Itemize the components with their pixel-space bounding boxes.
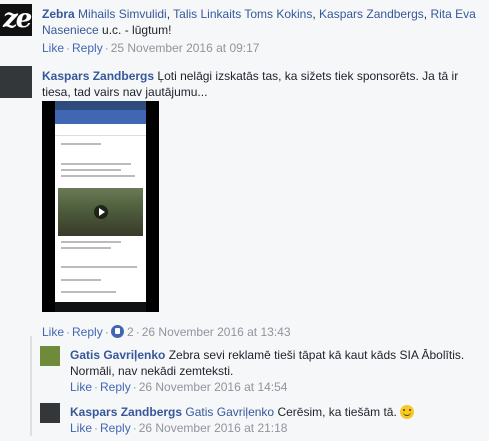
video-thumbnail xyxy=(58,188,143,236)
zebra-logo: ze xyxy=(3,4,32,34)
reply-text: Cerēsim, ka tiešām tā. xyxy=(277,405,397,419)
like-button[interactable]: Like xyxy=(70,421,92,435)
like-icon[interactable] xyxy=(110,325,124,338)
comment-text: u.c. - lūgtum! xyxy=(102,23,172,37)
comment-timestamp[interactable]: 26 November 2016 at 13:43 xyxy=(142,325,291,339)
reply-thread-line xyxy=(30,336,32,436)
like-count[interactable]: 2 xyxy=(127,325,134,339)
mention[interactable]: Kaspars Zandbergs xyxy=(319,7,424,21)
avatar-kaspars-zandbergs[interactable] xyxy=(0,66,32,98)
comment-body: Kaspars Zandbergs Ļoti nelāgi izskatās t… xyxy=(42,68,482,100)
play-icon xyxy=(94,205,108,219)
reply-gatis: Gatis Gavriļenko Zebra sevi reklamē tieš… xyxy=(70,347,470,394)
comment-author[interactable]: Kaspars Zandbergs xyxy=(42,69,154,83)
comment-actions: Like · Reply · 25 November 2016 at 09:17 xyxy=(42,41,260,55)
avatar-gatis-gavrilenko[interactable] xyxy=(40,346,60,366)
reply-body: Kaspars Zandbergs Gatis Gavriļenko Cerēs… xyxy=(70,404,480,420)
mention[interactable]: Mihails Simvulidi xyxy=(78,7,167,21)
reply-author[interactable]: Kaspars Zandbergs xyxy=(70,405,182,419)
reply-button[interactable]: Reply xyxy=(72,41,103,55)
avatar-zebra[interactable]: ze xyxy=(0,4,32,36)
like-button[interactable]: Like xyxy=(42,325,64,339)
comment-body: Zebra Mihails Simvulidi, Talis Linkaits … xyxy=(42,7,476,37)
avatar-kaspars-zandbergs[interactable] xyxy=(40,403,60,423)
like-button[interactable]: Like xyxy=(42,41,64,55)
like-button[interactable]: Like xyxy=(70,380,92,394)
mention[interactable]: Gatis Gavriļenko xyxy=(185,405,274,419)
attached-screenshot[interactable] xyxy=(42,101,159,312)
comment-zebra: Zebra Mihails Simvulidi, Talis Linkaits … xyxy=(42,6,482,55)
comment-kaspars: Kaspars Zandbergs Ļoti nelāgi izskatās t… xyxy=(42,68,482,100)
reply-actions: Like · Reply · 26 November 2016 at 21:18 xyxy=(70,421,288,435)
comment-kaspars-actions: Like · Reply · 2 · 26 November 2016 at 13:43 xyxy=(42,325,482,339)
mention[interactable]: Toms Kokins xyxy=(244,7,312,21)
mention[interactable]: Talis Linkaits xyxy=(173,7,241,21)
reply-button[interactable]: Reply xyxy=(100,421,131,435)
reply-author[interactable]: Gatis Gavriļenko xyxy=(70,348,165,362)
phone-screen xyxy=(55,101,146,312)
reply-button[interactable]: Reply xyxy=(100,380,131,394)
comment-timestamp[interactable]: 25 November 2016 at 09:17 xyxy=(111,41,260,55)
reply-timestamp[interactable]: 26 November 2016 at 21:18 xyxy=(139,421,288,435)
reply-actions: Like · Reply · 26 November 2016 at 14:54 xyxy=(70,380,288,394)
comment-actions: Like · Reply · 2 · 26 November 2016 at 13:43 xyxy=(42,325,291,339)
comment-author[interactable]: Zebra xyxy=(42,7,75,21)
reply-body: Gatis Gavriļenko Zebra sevi reklamē tieš… xyxy=(70,347,470,379)
reply-kaspars: Kaspars Zandbergs Gatis Gavriļenko Cerēs… xyxy=(70,404,480,435)
reply-button[interactable]: Reply xyxy=(72,325,103,339)
smile-emoji-icon xyxy=(400,405,415,419)
reply-timestamp[interactable]: 26 November 2016 at 14:54 xyxy=(139,380,288,394)
